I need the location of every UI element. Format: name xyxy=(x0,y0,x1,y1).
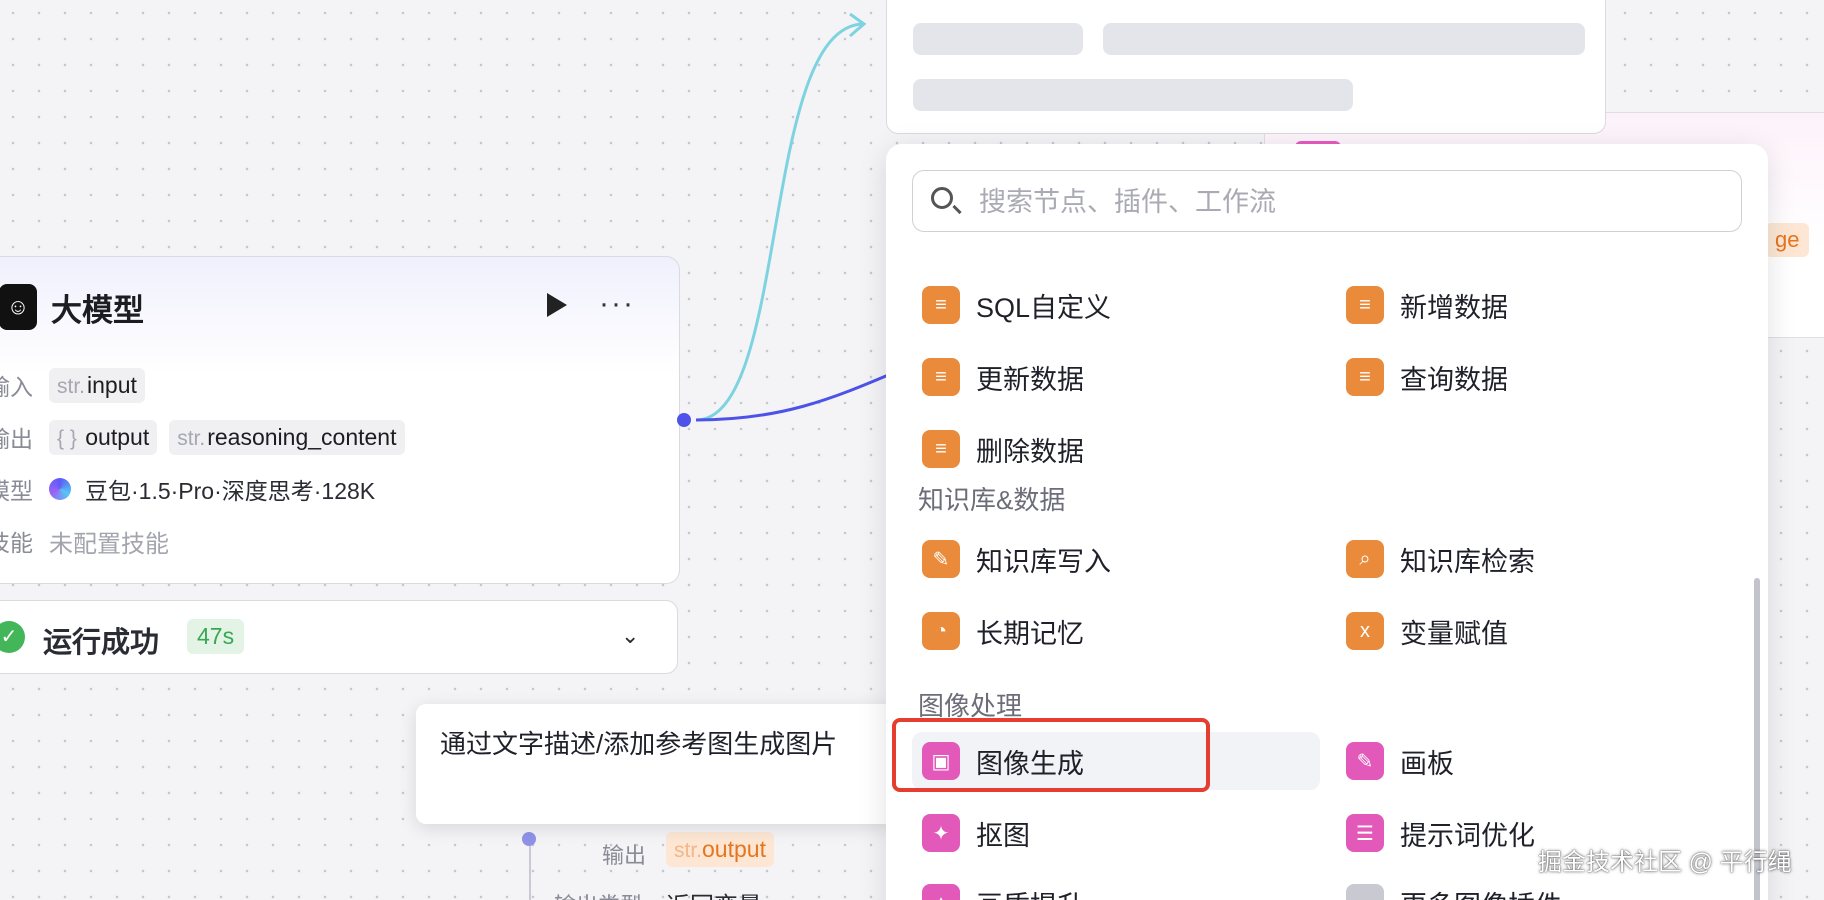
skill-row: 技能 未配置技能 xyxy=(0,521,169,561)
more-icon: ⋯ xyxy=(1346,884,1384,900)
item-label: 变量赋值 xyxy=(1400,618,1508,649)
output-tag: { } output xyxy=(49,419,158,455)
picker-item-delete-data[interactable]: ≡ 删除数据 xyxy=(886,420,1306,478)
llm-node[interactable]: ☺ 大模型 ··· 输入 str.input 输出 { } output str… xyxy=(0,256,680,584)
database-icon: ≡ xyxy=(922,286,960,324)
picker-item-more-image-plugins[interactable]: ⋯ 更多图像插件 xyxy=(1310,874,1730,900)
search-input[interactable] xyxy=(977,181,1721,223)
edge-to-picker xyxy=(695,368,901,422)
input-label: 输入 xyxy=(0,374,33,400)
output-row: 输出 { } output str.reasoning_content xyxy=(0,417,417,457)
status-text: 运行成功 xyxy=(43,627,160,659)
item-label: SQL自定义 xyxy=(976,292,1112,323)
output-tag: str. reasoning_content xyxy=(169,419,405,455)
picker-item-query-data[interactable]: ≡ 查询数据 xyxy=(1310,348,1730,406)
picker-item-canvas[interactable]: ✎ 画板 xyxy=(1310,732,1730,790)
item-label: 画质提升 xyxy=(976,884,1084,900)
skeleton-line xyxy=(1103,23,1585,55)
picker-item-cutout[interactable]: ✦ 抠图 xyxy=(886,804,1306,862)
item-label: 提示词优化 xyxy=(1400,820,1535,851)
picker-item-knowledge-write[interactable]: ✎ 知识库写入 xyxy=(886,530,1306,588)
highlight-annotation xyxy=(892,718,1210,792)
node-title: 大模型 xyxy=(51,292,144,328)
lower-output-kind-value: 返回变量 xyxy=(666,886,762,900)
cutout-icon: ✦ xyxy=(922,814,960,852)
item-label: 知识库检索 xyxy=(1400,546,1535,577)
skill-value: 未配置技能 xyxy=(49,530,169,558)
picker-item-update-data[interactable]: ≡ 更新数据 xyxy=(886,348,1306,406)
item-label: 查询数据 xyxy=(1400,364,1508,395)
output-label: 输出 xyxy=(0,426,33,452)
database-query-icon: ≡ xyxy=(1346,358,1384,396)
llm-icon: ☺ xyxy=(0,284,37,330)
picker-item-long-term-memory[interactable]: ◔ 长期记忆 xyxy=(886,602,1306,660)
output-port[interactable] xyxy=(677,413,691,427)
knowledge-search-icon: ⌕ xyxy=(1346,540,1384,578)
search-icon xyxy=(931,187,953,209)
section-title-knowledge: 知识库&数据 xyxy=(918,485,1066,515)
input-port[interactable] xyxy=(522,832,536,846)
loading-node-card xyxy=(886,0,1606,134)
run-node-button[interactable] xyxy=(547,293,567,317)
picker-item-variable-assign[interactable]: x 变量赋值 xyxy=(1310,602,1730,660)
quality-icon: ▲ xyxy=(922,884,960,900)
item-label: 画板 xyxy=(1400,748,1454,779)
node-description-tooltip: 通过文字描述/添加参考图生成图片 xyxy=(416,704,896,824)
chevron-down-icon[interactable]: ⌄ xyxy=(621,623,639,649)
lower-output-label: 输出 xyxy=(602,843,647,868)
prompt-optimize-icon: ☰ xyxy=(1346,814,1384,852)
canvas-icon: ✎ xyxy=(1346,742,1384,780)
watermark: 掘金技术社区 @ 平行绳 xyxy=(1538,849,1792,876)
lower-output-tag: str.output xyxy=(666,832,774,867)
database-delete-icon: ≡ xyxy=(922,430,960,468)
more-options-button[interactable]: ··· xyxy=(599,287,635,321)
memory-icon: ◔ xyxy=(922,612,960,650)
model-name: 豆包·1.5·Pro·深度思考·128K xyxy=(85,478,376,504)
model-label: 模型 xyxy=(0,478,33,504)
skeleton-line xyxy=(913,23,1083,55)
item-label: 更多图像插件 xyxy=(1400,884,1562,900)
skeleton-line xyxy=(913,79,1353,111)
picker-item-quality[interactable]: ▲ 画质提升 xyxy=(886,874,1306,900)
knowledge-write-icon: ✎ xyxy=(922,540,960,578)
run-status-bar[interactable]: ✓ 运行成功 47s ⌄ xyxy=(0,600,678,674)
item-label: 知识库写入 xyxy=(976,546,1111,577)
input-tag: str. input xyxy=(49,367,145,403)
item-label: 更新数据 xyxy=(976,364,1084,395)
item-label: 长期记忆 xyxy=(976,618,1084,649)
database-add-icon: ≡ xyxy=(1346,286,1384,324)
skill-label: 技能 xyxy=(0,530,33,556)
workflow-canvas[interactable]: ge ☺ 大模型 ··· 输入 str.input 输出 { } output … xyxy=(0,0,1824,900)
picker-item-knowledge-search[interactable]: ⌕ 知识库检索 xyxy=(1310,530,1730,588)
success-check-icon: ✓ xyxy=(0,621,25,653)
search-box[interactable] xyxy=(912,170,1742,232)
database-update-icon: ≡ xyxy=(922,358,960,396)
duration-badge: 47s xyxy=(187,619,245,654)
picker-item-sql-custom[interactable]: ≡ SQL自定义 xyxy=(886,276,1306,334)
item-label: 新增数据 xyxy=(1400,292,1508,323)
node-header: ☺ 大模型 xyxy=(0,283,144,331)
item-label: 删除数据 xyxy=(976,436,1084,467)
lower-output-kind-label: 输出类型 xyxy=(554,888,642,900)
type-tag: ge xyxy=(1765,223,1810,257)
model-row: 模型 豆包·1.5·Pro·深度思考·128K xyxy=(0,469,375,509)
doubao-logo-icon xyxy=(49,478,71,500)
item-label: 抠图 xyxy=(976,820,1030,851)
edge-to-skeleton-node xyxy=(695,22,865,422)
picker-item-add-data[interactable]: ≡ 新增数据 xyxy=(1310,276,1730,334)
variable-assign-icon: x xyxy=(1346,612,1384,650)
input-row: 输入 str.input xyxy=(0,365,157,405)
